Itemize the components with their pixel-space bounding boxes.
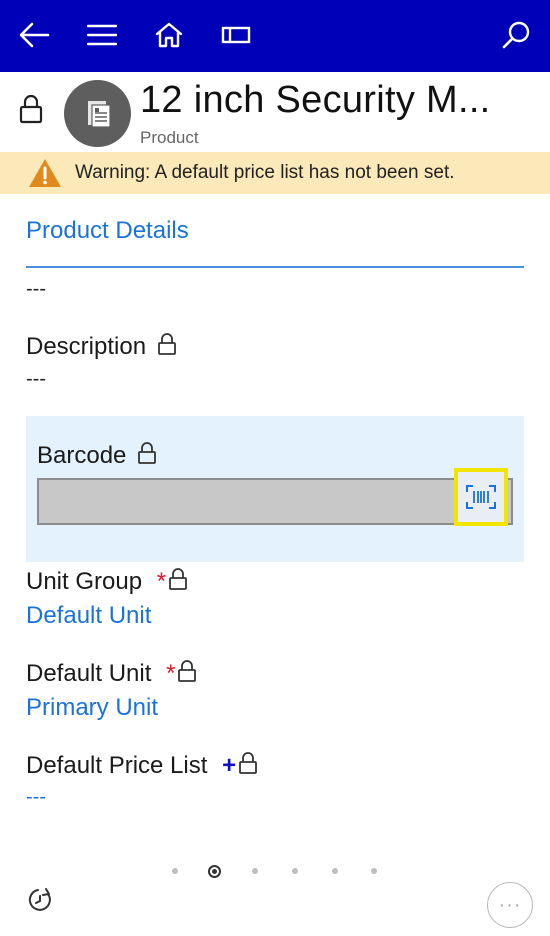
- barcode-scan-icon: [466, 485, 496, 509]
- default-unit-label-text: Default Unit: [26, 660, 152, 687]
- warning-banner: Warning: A default price list has not be…: [0, 152, 550, 194]
- recent-icon: [221, 26, 251, 44]
- home-button[interactable]: [145, 12, 193, 58]
- page-dot[interactable]: [292, 868, 298, 874]
- description-label-text: Description: [26, 333, 147, 360]
- lock-icon: [239, 752, 257, 774]
- description-field-label: Description: [26, 332, 177, 361]
- required-indicator: *: [166, 660, 176, 687]
- page-dot[interactable]: [172, 868, 178, 874]
- page-dot[interactable]: [252, 868, 258, 874]
- barcode-input[interactable]: [37, 478, 513, 525]
- barcode-label-text: Barcode: [37, 442, 127, 469]
- default-price-list-value-link[interactable]: ---: [26, 786, 46, 809]
- menu-icon: [87, 24, 117, 46]
- lock-icon: [138, 442, 156, 464]
- more-commands-button[interactable]: ···: [487, 882, 533, 928]
- page-dot-active[interactable]: [208, 865, 221, 878]
- lock-icon: [178, 660, 197, 682]
- sync-button[interactable]: [26, 886, 54, 914]
- recommended-indicator: +: [222, 752, 237, 779]
- default-price-list-label-text: Default Price List: [26, 752, 208, 779]
- back-arrow-icon: [19, 22, 50, 48]
- tab-underline: [26, 266, 524, 268]
- product-document-icon: [87, 100, 111, 128]
- back-button[interactable]: [10, 12, 58, 58]
- description-value: ---: [26, 368, 46, 390]
- page-dot[interactable]: [371, 868, 377, 874]
- default-price-list-field-label: Default Price List +: [26, 751, 258, 780]
- search-icon: [502, 21, 530, 49]
- page-indicator: [166, 862, 386, 882]
- lock-icon: [169, 568, 187, 590]
- unit-group-label-text: Unit Group: [26, 568, 143, 595]
- record-entity-type: Product: [140, 128, 199, 147]
- top-navigation-bar: [0, 0, 550, 72]
- default-unit-field-label: Default Unit *: [26, 659, 197, 688]
- tab-product-details[interactable]: Product Details: [26, 217, 189, 245]
- unit-group-value-link[interactable]: Default Unit: [26, 602, 151, 630]
- record-header: 12 inch Security M... Product: [0, 72, 550, 152]
- barcode-field-label: Barcode: [37, 441, 157, 470]
- recent-items-button[interactable]: [212, 12, 260, 58]
- lock-icon: [19, 94, 43, 124]
- home-icon: [155, 22, 183, 48]
- scan-barcode-button[interactable]: [454, 468, 508, 526]
- record-title: 12 inch Security M...: [140, 79, 491, 121]
- warning-triangle-icon: [29, 159, 61, 187]
- search-button[interactable]: [492, 12, 540, 58]
- menu-button[interactable]: [78, 12, 126, 58]
- warning-message: Warning: A default price list has not be…: [75, 162, 455, 183]
- entity-avatar: [64, 80, 131, 147]
- unit-group-field-label: Unit Group *: [26, 567, 188, 596]
- field-value-top: ---: [26, 278, 46, 300]
- page-dot[interactable]: [332, 868, 338, 874]
- required-indicator: *: [156, 568, 167, 595]
- default-unit-value-link[interactable]: Primary Unit: [26, 694, 158, 722]
- lock-icon: [157, 333, 176, 355]
- sync-icon: [28, 888, 51, 911]
